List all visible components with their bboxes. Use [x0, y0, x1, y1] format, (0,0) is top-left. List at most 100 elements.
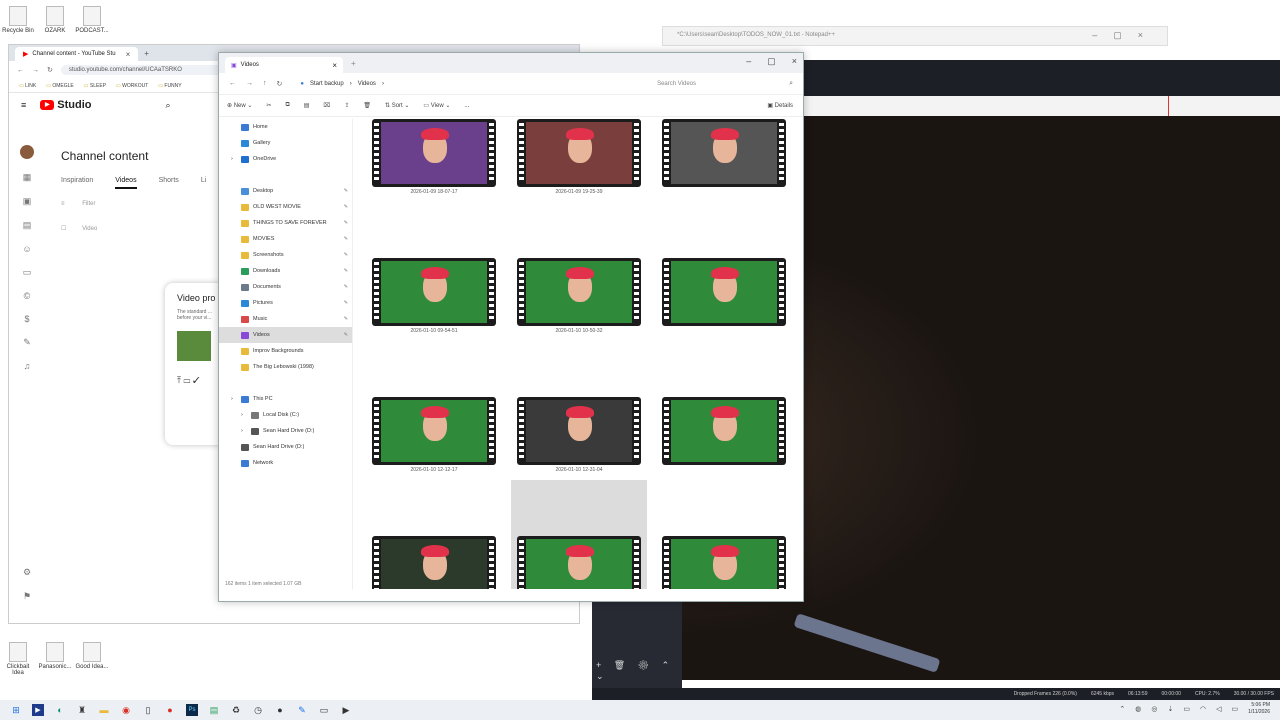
- file-icon[interactable]: ▯: [142, 704, 154, 716]
- game-icon[interactable]: ♜: [76, 704, 88, 716]
- bookmark-item[interactable]: SLEEP: [84, 83, 106, 89]
- app-icon[interactable]: ●: [164, 704, 176, 716]
- details-button[interactable]: ▣ Details: [767, 102, 793, 109]
- desktop-icon-item[interactable]: PODCAST...: [74, 6, 110, 34]
- close-tab-icon[interactable]: ×: [126, 50, 131, 59]
- nav-item-local-disk-c-[interactable]: › Local Disk (C:): [219, 407, 352, 423]
- nav-item-movies[interactable]: MOVIES ✎: [219, 231, 352, 247]
- bookmark-item[interactable]: LINK: [19, 83, 36, 89]
- folder-icon[interactable]: ▬: [98, 704, 110, 716]
- file-item[interactable]: 2026-01-10 09-54-51: [366, 244, 502, 382]
- file-item[interactable]: 2026-01-09 18-07-17: [366, 119, 502, 243]
- bookmark-item[interactable]: WORKOUT: [116, 83, 148, 89]
- refresh-icon[interactable]: ↻: [277, 80, 283, 88]
- maximize-icon[interactable]: ▢: [767, 56, 776, 67]
- bookmark-item[interactable]: FUNNY: [158, 83, 181, 89]
- breadcrumb-item[interactable]: Start backup: [310, 81, 344, 87]
- terminal-icon[interactable]: ▶: [32, 704, 44, 716]
- up-icon[interactable]: ↑: [263, 80, 267, 87]
- clock-icon[interactable]: ◷: [252, 704, 264, 716]
- file-item[interactable]: 2026-01-10 10-50-32: [511, 244, 647, 382]
- tab-videos[interactable]: Videos: [115, 177, 137, 189]
- notepad-icon[interactable]: ▤: [208, 704, 220, 716]
- rename-icon[interactable]: ⌧: [323, 102, 330, 109]
- back-icon[interactable]: ←: [17, 67, 24, 74]
- customize-icon[interactable]: ✎: [23, 337, 31, 348]
- sort-button[interactable]: ⇅ Sort ⌄: [385, 102, 409, 109]
- wifi-icon[interactable]: ◠: [1200, 705, 1206, 713]
- close-tab-icon[interactable]: ×: [332, 61, 337, 70]
- channel-avatar[interactable]: [20, 145, 34, 159]
- desktop-icon-item[interactable]: Clickbait Idea: [0, 642, 36, 676]
- file-item[interactable]: [656, 383, 792, 521]
- nav-item-old-west-movie[interactable]: OLD WEST MOVIE ✎: [219, 199, 352, 215]
- clock[interactable]: 5:06 PM 1/11/2026: [1248, 702, 1270, 716]
- community-icon[interactable]: ☺: [22, 244, 31, 254]
- select-all-checkbox[interactable]: ☐: [61, 226, 66, 232]
- file-item[interactable]: 2026-01-11 15-50-26: [511, 480, 647, 589]
- menu-icon[interactable]: ≡: [21, 100, 26, 110]
- settings-icon[interactable]: ⚙: [23, 567, 31, 578]
- bookmark-item[interactable]: OMEGLE: [46, 83, 73, 89]
- player-icon[interactable]: ▶: [340, 704, 352, 716]
- chevron-right-icon[interactable]: ›: [231, 156, 237, 162]
- desktop-icon-item[interactable]: Recycle Bin: [0, 6, 36, 34]
- nav-item-this-pc[interactable]: › This PC: [219, 391, 352, 407]
- more-button[interactable]: ...: [464, 103, 469, 109]
- nav-item-screenshots[interactable]: Screenshots ✎: [219, 247, 352, 263]
- filter-row[interactable]: ≡ Filter: [61, 201, 96, 207]
- notepad-window-controls[interactable]: –▢×: [1092, 30, 1159, 41]
- new-tab-button[interactable]: +: [351, 59, 356, 68]
- file-item[interactable]: [656, 244, 792, 382]
- share-icon[interactable]: ⇪: [344, 102, 349, 109]
- network-icon[interactable]: ◍: [1135, 705, 1141, 713]
- tab-inspiration[interactable]: Inspiration: [61, 177, 93, 189]
- nav-item-home[interactable]: Home: [219, 119, 352, 135]
- tray-window-icon[interactable]: ▭: [1183, 705, 1190, 713]
- tab-li[interactable]: Li: [201, 177, 206, 189]
- nav-item-pictures[interactable]: Pictures ✎: [219, 295, 352, 311]
- view-button[interactable]: ▭ View ⌄: [423, 102, 450, 109]
- nav-item-documents[interactable]: Documents ✎: [219, 279, 352, 295]
- reload-icon[interactable]: ↻: [47, 66, 53, 74]
- chevron-right-icon[interactable]: ›: [241, 428, 247, 434]
- edge-icon[interactable]: ◐: [54, 704, 66, 716]
- nav-item-sean-hard-drive-d-[interactable]: › Sean Hard Drive (D:): [219, 423, 352, 439]
- desktop-icon-item[interactable]: Panasonic...: [37, 642, 73, 670]
- file-item[interactable]: [656, 522, 792, 589]
- copyright-icon[interactable]: ©: [24, 291, 31, 301]
- forward-icon[interactable]: →: [32, 67, 39, 74]
- recycle-icon[interactable]: ♻: [230, 704, 242, 716]
- new-tab-button[interactable]: +: [144, 49, 149, 58]
- breadcrumb-item[interactable]: Videos: [358, 81, 376, 87]
- search-icon[interactable]: ⌕: [165, 100, 170, 111]
- battery-icon[interactable]: ▭: [1232, 705, 1239, 713]
- chevron-right-icon[interactable]: ›: [231, 396, 237, 402]
- nav-item-onedrive[interactable]: › OneDrive: [219, 151, 352, 167]
- nav-item-the-big-lebowski-1998-[interactable]: The Big Lebowski (1998): [219, 359, 352, 375]
- usb-icon[interactable]: ⇣: [1168, 705, 1174, 713]
- breadcrumb[interactable]: ● Start backup › Videos ›: [292, 81, 641, 87]
- file-item[interactable]: 2026-01-10 12-12-17: [366, 383, 502, 521]
- obs-icon[interactable]: ●: [274, 704, 286, 716]
- content-icon[interactable]: ▣: [23, 196, 32, 207]
- start-icon[interactable]: ⊞: [10, 704, 22, 716]
- photoshop-icon[interactable]: Ps: [186, 704, 198, 716]
- volume-icon[interactable]: ◁: [1216, 705, 1221, 713]
- editor-icon[interactable]: ✎: [296, 704, 308, 716]
- copy-icon[interactable]: ⧉: [285, 102, 289, 109]
- dashboard-icon[interactable]: ▦: [23, 172, 32, 183]
- cut-icon[interactable]: ✂: [266, 102, 271, 109]
- minimize-icon[interactable]: –: [746, 56, 751, 67]
- notepad-window[interactable]: *C:\Users\sean\Desktop\TODOS_NOW_01.txt …: [662, 26, 1168, 46]
- audio-library-icon[interactable]: ♫: [24, 361, 31, 371]
- explorer-tab[interactable]: ▣ Videos ×: [225, 57, 343, 73]
- browser-tab[interactable]: ▶ Channel content - YouTube Stu ×: [15, 47, 139, 61]
- forward-icon[interactable]: →: [246, 80, 253, 87]
- new-button[interactable]: ⊕ New ⌄: [227, 102, 252, 109]
- desktop-icon-item[interactable]: OZARK: [37, 6, 73, 34]
- subtitles-icon[interactable]: ▭: [23, 267, 32, 278]
- delete-icon[interactable]: 🗑: [363, 102, 371, 109]
- tray-chevron-icon[interactable]: ⌃: [1119, 705, 1125, 713]
- nav-item-network[interactable]: Network: [219, 455, 352, 471]
